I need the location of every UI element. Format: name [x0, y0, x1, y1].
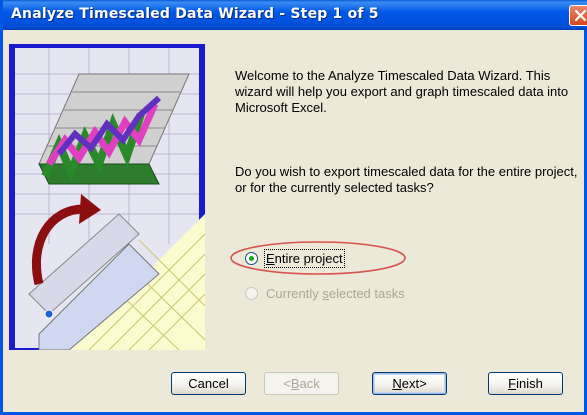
- finish-button[interactable]: Finish: [488, 372, 563, 395]
- wizard-illustration: [9, 44, 205, 350]
- option-selected-tasks[interactable]: Currently selected tasks: [245, 284, 405, 302]
- option-entire-project-label[interactable]: Entire project: [264, 248, 345, 268]
- radio-entire-project[interactable]: [245, 251, 258, 265]
- window-title: Analyze Timescaled Data Wizard - Step 1 …: [11, 6, 379, 22]
- next-button[interactable]: Next >: [372, 372, 447, 395]
- cancel-button[interactable]: Cancel: [171, 372, 246, 395]
- question-text: Do you wish to export timescaled data fo…: [235, 164, 578, 195]
- spreadsheet-chart-illustration: [9, 44, 205, 350]
- close-icon: [575, 10, 586, 21]
- title-bar[interactable]: Analyze Timescaled Data Wizard - Step 1 …: [3, 0, 587, 30]
- welcome-text: Welcome to the Analyze Timescaled Data W…: [235, 68, 569, 115]
- back-button[interactable]: < Back: [264, 372, 339, 395]
- option-entire-project[interactable]: Entire project: [245, 248, 345, 268]
- wizard-dialog: Analyze Timescaled Data Wizard - Step 1 …: [0, 0, 587, 415]
- option-selected-tasks-label[interactable]: Currently selected tasks: [266, 286, 405, 301]
- close-button[interactable]: [569, 5, 587, 26]
- radio-selected-tasks[interactable]: [245, 286, 258, 300]
